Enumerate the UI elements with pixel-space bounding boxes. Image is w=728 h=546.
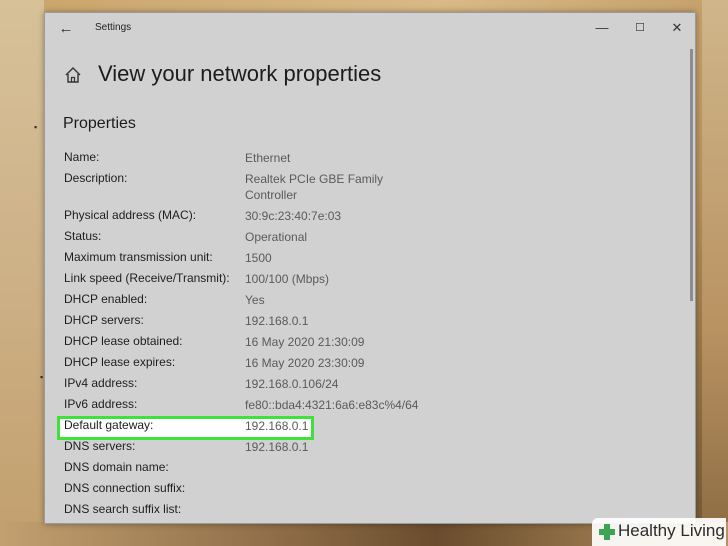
property-label: DNS connection suffix: [64, 481, 186, 495]
property-value: 192.168.0.106/24 [245, 377, 339, 391]
back-arrow-icon[interactable]: ← [55, 19, 77, 39]
property-label: DHCP lease expires: [64, 355, 176, 369]
property-label: Maximum transmission unit: [64, 250, 213, 264]
health-cross-icon [599, 524, 615, 540]
property-label: DNS servers: [64, 439, 136, 453]
property-value: Operational [245, 230, 308, 244]
property-value: 100/100 (Mbps) [245, 272, 330, 286]
home-icon[interactable] [63, 65, 83, 85]
page-title: View your network properties [98, 61, 382, 86]
property-value: Ethernet [245, 151, 291, 165]
vertical-scrollbar[interactable] [690, 49, 693, 301]
property-value: 16 May 2020 23:30:09 [245, 356, 365, 370]
property-label: DHCP servers: [64, 313, 144, 327]
property-label: DHCP enabled: [64, 292, 148, 306]
close-icon[interactable]: ✕ [660, 17, 694, 39]
property-label: IPv6 address: [64, 397, 138, 411]
property-label: Description: [64, 171, 128, 185]
title-bar: ← Settings — ☐ ✕ [45, 13, 695, 45]
desktop-background-right [702, 0, 728, 546]
property-value: 30:9c:23:40:7e:03 [245, 209, 342, 223]
property-value: Yes [245, 293, 265, 307]
property-value: 1500 [245, 251, 272, 265]
property-label: DNS domain name: [64, 460, 169, 474]
property-label: IPv4 address: [64, 376, 138, 390]
minimize-icon[interactable]: — [585, 17, 619, 39]
property-value: Realtek PCIe GBE Family Controller [245, 172, 384, 202]
desktop-background-left [0, 0, 44, 546]
property-label: Default gateway: [64, 418, 154, 432]
property-label: DHCP lease obtained: [64, 334, 183, 348]
property-value: 16 May 2020 21:30:09 [245, 335, 365, 349]
property-label: Status: [64, 229, 102, 243]
property-value: 192.168.0.1 [245, 440, 309, 454]
window-title: Settings [95, 22, 132, 33]
maximize-icon[interactable]: ☐ [623, 17, 657, 39]
desktop-icon-fragment: ▪ [40, 372, 44, 382]
property-label: DNS search suffix list: [64, 502, 182, 516]
watermark-text: Healthy Living [618, 521, 725, 540]
watermark-logo: Healthy Living [592, 518, 726, 546]
property-value: 192.168.0.1 [245, 314, 309, 328]
property-value: fe80::bda4:4321:6a6:e83c%4/64 [245, 398, 419, 412]
section-heading: Properties [63, 115, 136, 132]
desktop-icon-fragment: ▪ [34, 122, 38, 132]
property-label: Name: [64, 150, 100, 164]
property-label: Physical address (MAC): [64, 208, 197, 222]
property-value: 192.168.0.1 [245, 419, 309, 433]
property-label: Link speed (Receive/Transmit): [64, 271, 230, 285]
settings-window: ← Settings — ☐ ✕ View your network prope… [44, 12, 696, 524]
